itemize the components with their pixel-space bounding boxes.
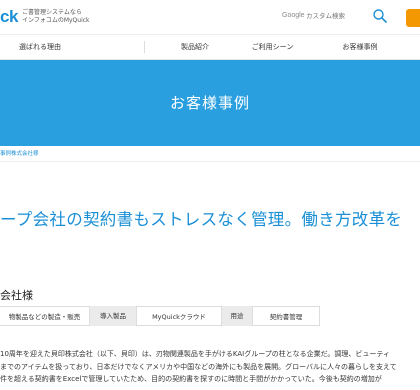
attribute-product: MyQuickクラウド: [136, 306, 222, 326]
global-nav: 選ばれる理由 製品紹介 ご利用シーン お客様事例: [0, 34, 420, 60]
tagline-line-2: インフォコムのMyQuick: [22, 16, 90, 24]
google-label: Google: [282, 12, 305, 19]
page-title: お客様事例: [169, 94, 250, 112]
breadcrumb: 事例株式会社様: [0, 146, 420, 162]
site-header: ck ご書管理システムなら インフォコムのMyQuick Google: [0, 0, 420, 34]
body-line-1: 10周年を迎えた貝印株式会社（以下、貝印）は、刃物関連製品を手がけるKAIグルー…: [0, 350, 390, 358]
attribute-label-product: 導入製品: [90, 306, 136, 326]
nav-item-case-studies[interactable]: お客様事例: [305, 35, 415, 59]
attribute-usage: 契約書管理: [252, 306, 320, 326]
search-icon: [373, 9, 387, 23]
case-body: 10周年を迎えた貝印株式会社（以下、貝印）は、刃物関連製品を手がけるKAIグルー…: [0, 348, 420, 386]
body-line-2: までのアイテムを扱っており、日本だけでなくアメリカや中国などの海外にも製品を展開…: [0, 362, 397, 371]
body-line-3: 件を超える契約書をExcelで管理していたため、目的の契約書を探すのに時間と手間…: [0, 375, 382, 383]
search-button[interactable]: [372, 8, 388, 24]
breadcrumb-current: 事例株式会社様: [0, 151, 39, 157]
contact-button[interactable]: [406, 9, 420, 27]
case-headline: ープ会社の契約書もストレスなく管理。働き方改革を: [0, 210, 403, 229]
site-tagline: ご書管理システムなら インフォコムのMyQuick: [22, 9, 90, 24]
hero-banner: お客様事例: [0, 60, 420, 146]
tagline-line-1: ご書管理システムなら: [22, 9, 82, 16]
attribute-label-usage: 用途: [222, 306, 252, 326]
search-input[interactable]: [306, 9, 366, 23]
company-name: 会社様: [0, 289, 33, 302]
site-logo[interactable]: ck: [0, 7, 18, 27]
attribute-industry: 物製品などの製造・販売: [0, 306, 90, 326]
nav-item-reasons[interactable]: 選ばれる理由: [0, 35, 80, 59]
